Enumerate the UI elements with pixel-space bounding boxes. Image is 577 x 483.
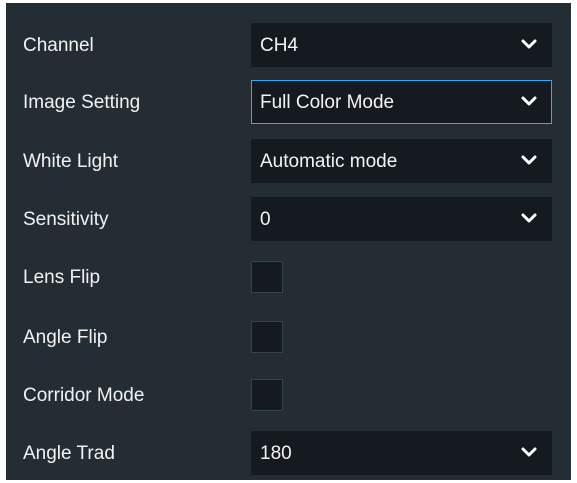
angle-flip-checkbox[interactable] xyxy=(251,321,283,353)
white-light-label: White Light xyxy=(23,151,119,172)
image-setting-row: Image Setting Full Color Mode xyxy=(6,80,571,126)
image-settings-panel: Channel CH4 Image Setting Full Color Mod… xyxy=(6,3,571,480)
white-light-row: White Light Automatic mode xyxy=(6,139,571,185)
sensitivity-select[interactable]: 0 xyxy=(251,197,552,241)
angle-flip-label: Angle Flip xyxy=(23,327,108,348)
angle-trad-row: Angle Trad 180 xyxy=(6,431,571,477)
lens-flip-label: Lens Flip xyxy=(23,267,101,288)
channel-select[interactable]: CH4 xyxy=(251,23,552,67)
channel-value: CH4 xyxy=(260,35,299,56)
channel-label: Channel xyxy=(23,35,94,56)
image-setting-select[interactable]: Full Color Mode xyxy=(251,80,552,124)
image-setting-value: Full Color Mode xyxy=(260,92,395,113)
lens-flip-row: Lens Flip xyxy=(6,255,571,301)
corridor-mode-label: Corridor Mode xyxy=(23,385,145,406)
angle-trad-select[interactable]: 180 xyxy=(251,431,552,475)
chevron-down-icon xyxy=(521,155,537,165)
channel-row: Channel CH4 xyxy=(6,23,571,69)
chevron-down-icon xyxy=(521,447,537,457)
corridor-mode-checkbox[interactable] xyxy=(251,379,283,411)
corridor-mode-row: Corridor Mode xyxy=(6,373,571,419)
lens-flip-checkbox[interactable] xyxy=(251,261,283,293)
angle-trad-label: Angle Trad xyxy=(23,443,115,464)
chevron-down-icon xyxy=(521,39,537,49)
image-setting-label: Image Setting xyxy=(23,92,141,113)
white-light-select[interactable]: Automatic mode xyxy=(251,139,552,183)
angle-trad-value: 180 xyxy=(260,443,292,464)
chevron-down-icon xyxy=(521,96,537,106)
sensitivity-value: 0 xyxy=(260,209,271,230)
chevron-down-icon xyxy=(521,213,537,223)
sensitivity-label: Sensitivity xyxy=(23,209,109,230)
angle-flip-row: Angle Flip xyxy=(6,315,571,361)
white-light-value: Automatic mode xyxy=(260,151,398,172)
sensitivity-row: Sensitivity 0 xyxy=(6,197,571,243)
